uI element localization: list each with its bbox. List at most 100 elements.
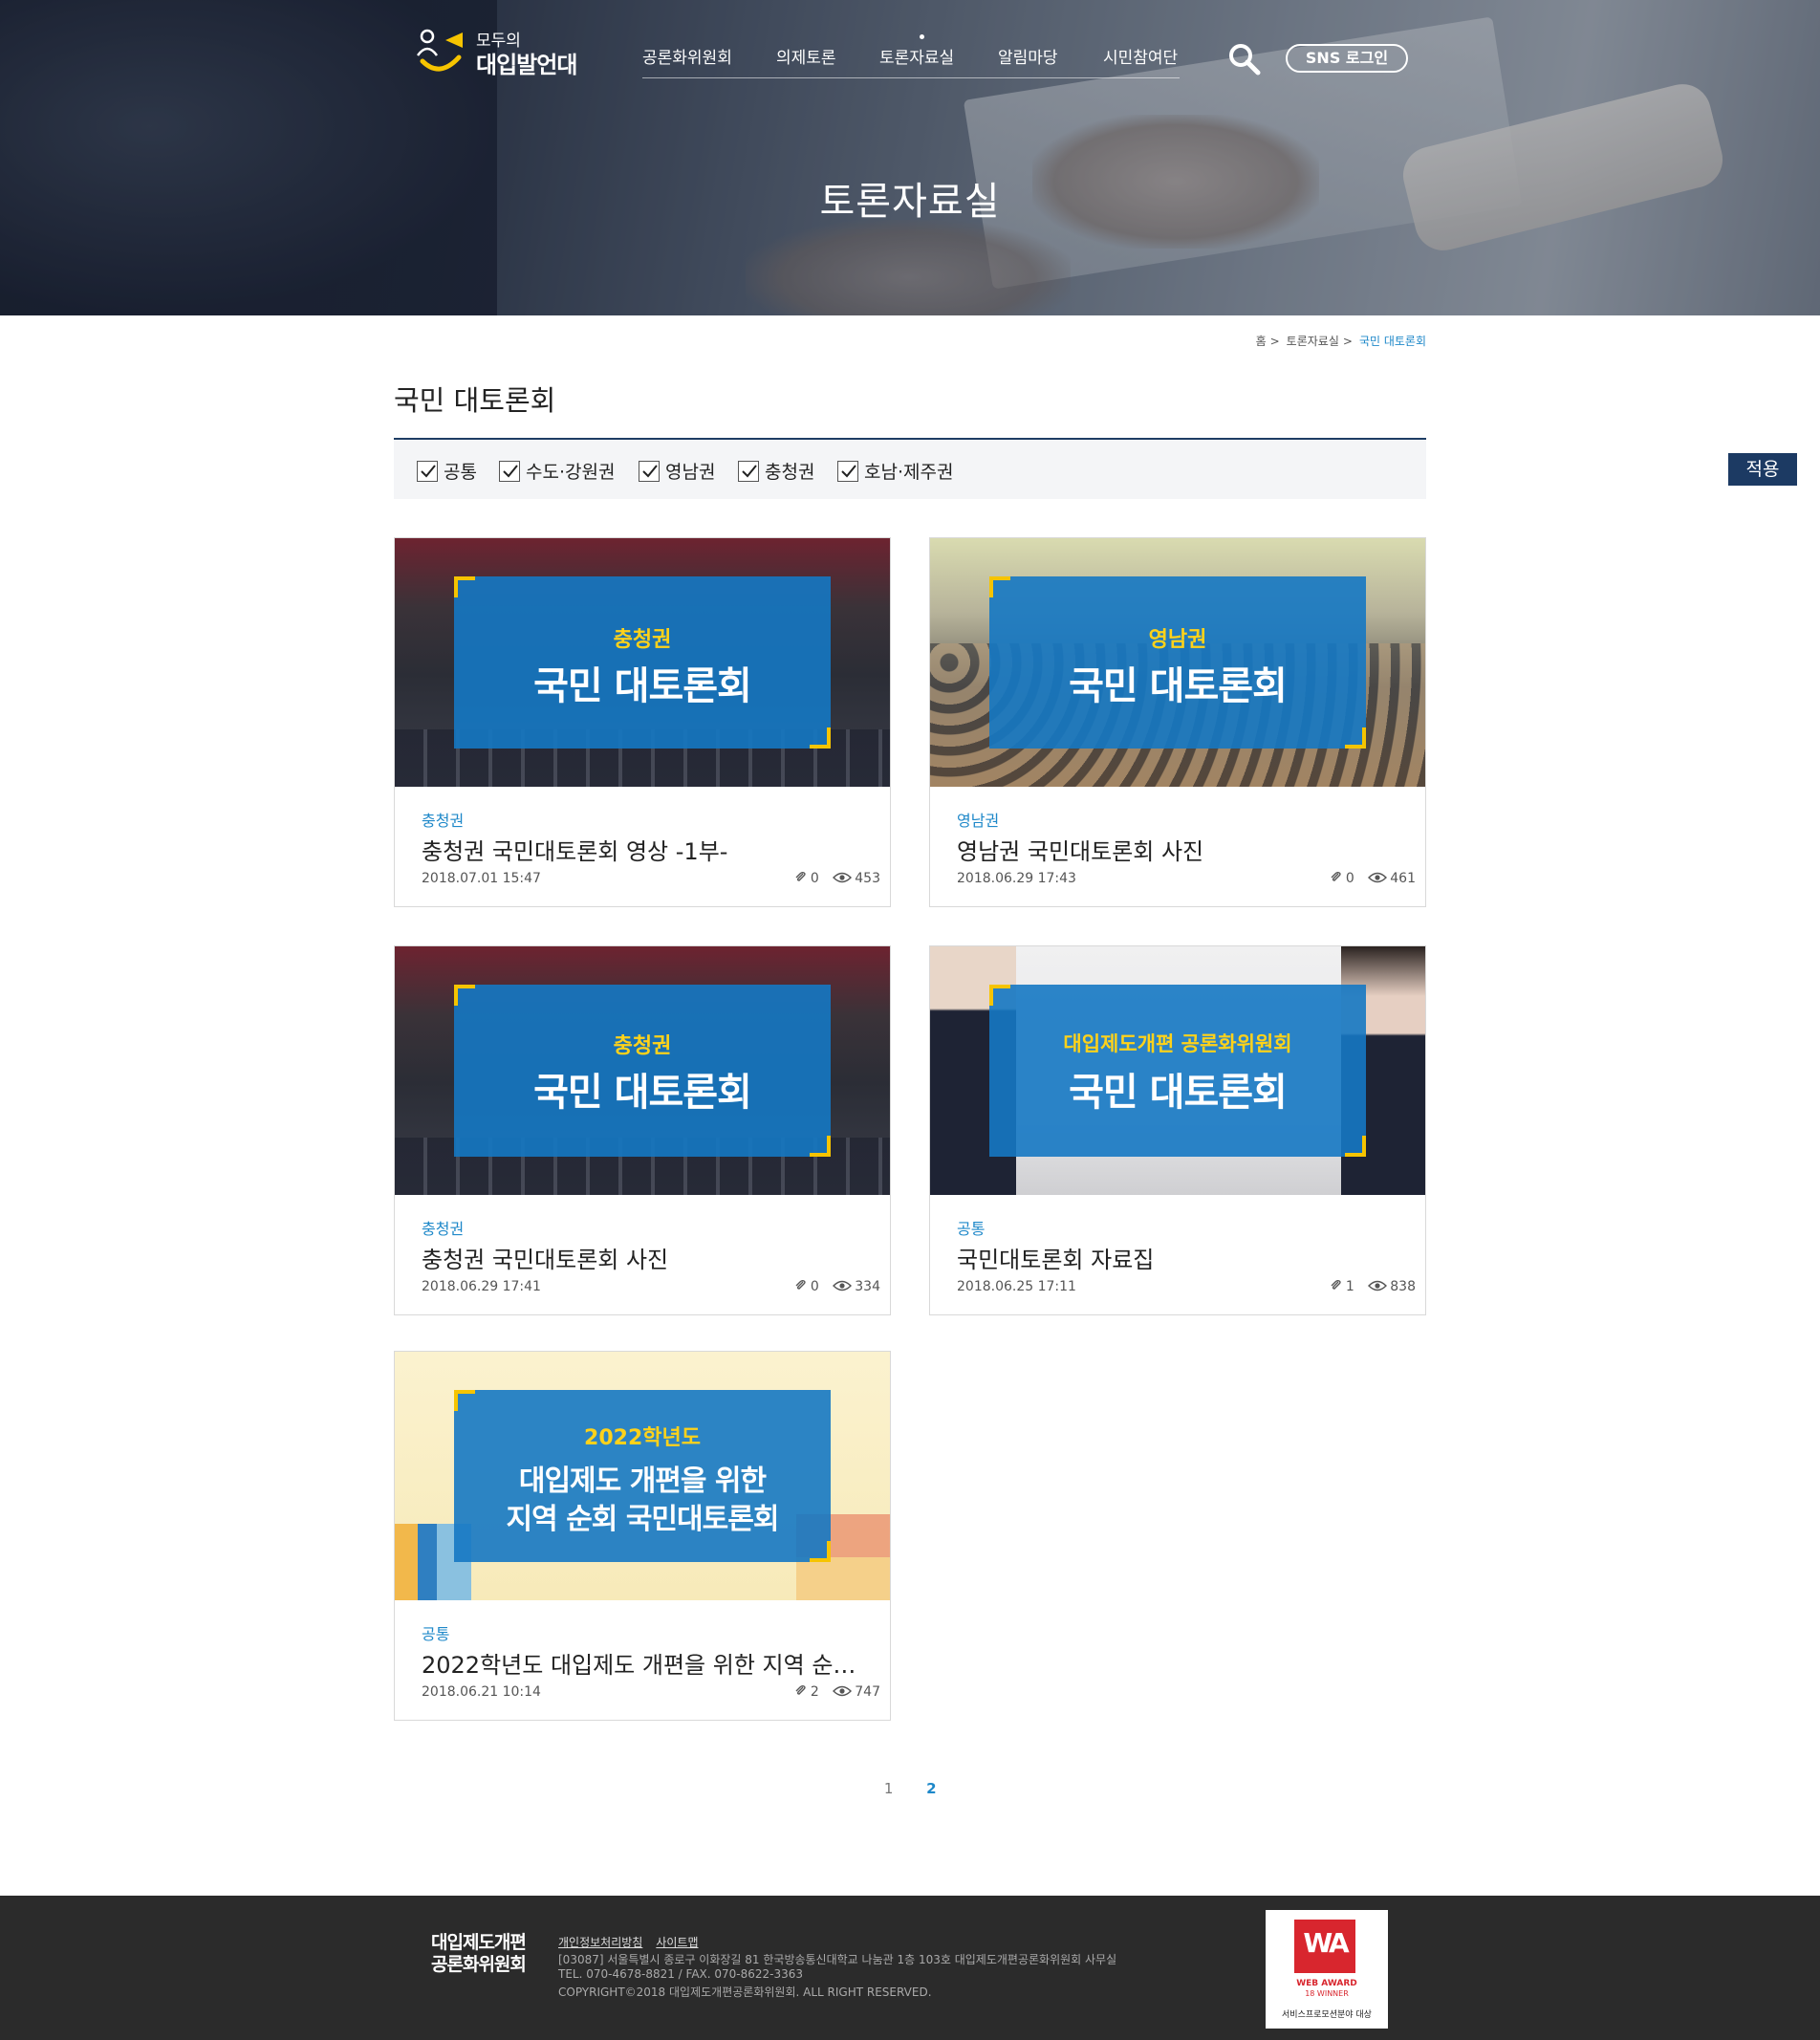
nav-item-citizens[interactable]: 시민참여단 xyxy=(1103,44,1178,68)
footer-logo-line1: 대입제도개편 xyxy=(431,1932,527,1953)
award-year: 18 WINNER xyxy=(1305,1989,1349,1998)
post-card[interactable]: 대입제도개편 공론화위원회 국민 대토론회 공통 국민대토론회 자료집 2018… xyxy=(929,945,1426,1315)
banner-subtitle: 충청권 xyxy=(613,1034,672,1058)
bracket-decoration xyxy=(810,1136,831,1157)
filter-checkbox-honam[interactable]: 호남·제주권 xyxy=(837,458,954,483)
paperclip-icon xyxy=(795,1684,806,1695)
filter-checkbox-yeongnam[interactable]: 영남권 xyxy=(639,458,716,483)
filter-label: 영남권 xyxy=(665,462,716,483)
award-title: WEB AWARD xyxy=(1296,1979,1357,1988)
post-date: 2018.06.29 17:43 xyxy=(957,871,1076,886)
filter-checkbox-chungcheong[interactable]: 충청권 xyxy=(738,458,814,483)
award-logo-text: WA xyxy=(1303,1927,1349,1959)
post-thumbnail: 충청권 국민 대토론회 xyxy=(395,538,890,787)
bracket-decoration xyxy=(810,1541,831,1562)
web-award-badge: WA WEB AWARD 18 WINNER 서비스프로모션분야 대상 xyxy=(1266,1910,1388,2029)
post-date: 2018.06.29 17:41 xyxy=(422,1279,541,1294)
nav-item-resources[interactable]: 토론자료실 xyxy=(879,44,954,68)
main-nav: 공론화위원회 의제토론 토론자료실 알림마당 시민참여단 xyxy=(642,29,1180,78)
award-category: 서비스프로모션분야 대상 xyxy=(1282,2010,1372,2020)
post-title[interactable]: 충청권 국민대토론회 사진 xyxy=(422,1241,871,1274)
logo-mark-icon xyxy=(417,29,463,72)
bracket-decoration xyxy=(1345,1136,1366,1157)
post-meta: 2 747 xyxy=(794,1684,880,1700)
post-card[interactable]: 2022학년도 대입제도 개편을 위한 지역 순회 국민대토론회 공통 2022… xyxy=(394,1351,891,1721)
post-category: 충청권 xyxy=(422,812,465,830)
page-link-current[interactable]: 2 xyxy=(912,1780,950,1797)
banner-subtitle: 충청권 xyxy=(613,628,672,652)
footer-logo: 대입제도개편 공론화위원회 xyxy=(431,1932,527,1976)
search-icon[interactable] xyxy=(1227,42,1262,76)
nav-item-debate[interactable]: 의제토론 xyxy=(776,44,836,68)
banner-title: 대입제도 개편을 위한 xyxy=(518,1465,767,1498)
eye-icon xyxy=(833,1280,853,1291)
footer-address: [03087] 서울특별시 종로구 이화장길 81 한국방송통신대학교 나눔관 … xyxy=(558,1953,1117,1966)
filter-checkbox-common[interactable]: 공통 xyxy=(417,458,477,483)
apply-button[interactable]: 적용 xyxy=(1728,453,1797,486)
post-thumbnail: 대입제도개편 공론화위원회 국민 대토론회 xyxy=(930,946,1425,1195)
attachment-count: 0 xyxy=(1345,871,1354,886)
bracket-decoration xyxy=(810,727,831,749)
post-title[interactable]: 영남권 국민대토론회 사진 xyxy=(957,833,1406,866)
paperclip-icon xyxy=(1331,871,1341,881)
privacy-policy-link[interactable]: 개인정보처리방침 xyxy=(558,1936,642,1949)
view-count: 461 xyxy=(1390,871,1416,886)
banner-title: 국민 대토론회 xyxy=(1069,1071,1288,1115)
sns-login-button[interactable]: SNS 로그인 xyxy=(1286,44,1408,73)
filter-checkbox-capital[interactable]: 수도·강원권 xyxy=(499,458,616,483)
filter-label: 수도·강원권 xyxy=(526,462,616,483)
view-count: 747 xyxy=(855,1684,880,1700)
breadcrumb-home[interactable]: 홈 xyxy=(1256,333,1267,349)
post-card[interactable]: 영남권 국민 대토론회 영남권 영남권 국민대토론회 사진 2018.06.29… xyxy=(929,537,1426,907)
breadcrumb-current: 국민 대토론회 xyxy=(1358,335,1426,348)
post-meta: 1 838 xyxy=(1330,1279,1416,1294)
eye-icon xyxy=(833,1685,853,1697)
eye-icon xyxy=(833,872,853,883)
post-category: 충청권 xyxy=(422,1220,465,1238)
post-category: 영남권 xyxy=(957,812,1000,830)
post-title[interactable]: 국민대토론회 자료집 xyxy=(957,1241,1406,1274)
post-title[interactable]: 2022학년도 대입제도 개편을 위한 지역 순… xyxy=(422,1646,871,1680)
paperclip-icon xyxy=(1331,1279,1341,1290)
footer-logo-line2: 공론화위원회 xyxy=(431,1954,527,1975)
post-thumbnail: 2022학년도 대입제도 개편을 위한 지역 순회 국민대토론회 xyxy=(395,1352,890,1600)
page-title: 국민 대토론회 xyxy=(394,384,556,417)
site-logo[interactable]: 모두의 대입발언대 xyxy=(417,25,589,78)
attachment-count: 0 xyxy=(810,871,819,886)
chevron-right-icon: > xyxy=(1342,335,1353,348)
breadcrumb-resources[interactable]: 토론자료실 xyxy=(1287,333,1339,349)
checkbox-checked-icon xyxy=(499,460,520,482)
view-count: 838 xyxy=(1390,1279,1416,1294)
site-footer: 대입제도개편 공론화위원회 개인정보처리방침 사이트맵 [03087] 서울특별시… xyxy=(0,1896,1820,2040)
footer-links: 개인정보처리방침 사이트맵 xyxy=(558,1934,712,1950)
bracket-decoration xyxy=(454,1390,475,1411)
post-card[interactable]: 충청권 국민 대토론회 충청권 충청권 국민대토론회 영상 -1부- 2018.… xyxy=(394,537,891,907)
post-card[interactable]: 충청권 국민 대토론회 충청권 충청권 국민대토론회 사진 2018.06.29… xyxy=(394,945,891,1315)
banner-title: 국민 대토론회 xyxy=(1069,664,1288,708)
attachment-count: 0 xyxy=(810,1279,819,1294)
region-filter: 공통 수도·강원권 영남권 충청권 호남·제주권 적용 xyxy=(394,440,1797,499)
eye-icon xyxy=(1368,872,1388,883)
eye-icon xyxy=(1368,1280,1388,1291)
nav-item-committee[interactable]: 공론화위원회 xyxy=(642,44,732,68)
sitemap-link[interactable]: 사이트맵 xyxy=(656,1936,698,1949)
breadcrumb: 홈 > 토론자료실 > 국민 대토론회 xyxy=(1256,333,1426,349)
post-title[interactable]: 충청권 국민대토론회 영상 -1부- xyxy=(422,833,871,866)
page-link[interactable]: 1 xyxy=(870,1780,908,1797)
post-thumbnail: 충청권 국민 대토론회 xyxy=(395,946,890,1195)
attachment-count: 2 xyxy=(810,1684,819,1700)
nav-item-notice[interactable]: 알림마당 xyxy=(998,44,1058,68)
view-count: 453 xyxy=(855,871,880,886)
post-meta: 0 334 xyxy=(794,1279,880,1294)
post-date: 2018.06.21 10:14 xyxy=(422,1684,541,1700)
attachment-count: 1 xyxy=(1345,1279,1354,1294)
bracket-decoration xyxy=(1345,727,1366,749)
filter-label: 호남·제주권 xyxy=(864,462,954,483)
banner-title: 국민 대토론회 xyxy=(533,664,752,708)
checkbox-checked-icon xyxy=(417,460,438,482)
post-date: 2018.07.01 15:47 xyxy=(422,871,541,886)
filter-label: 공통 xyxy=(444,462,477,483)
paperclip-icon xyxy=(795,871,806,881)
bracket-decoration xyxy=(454,985,475,1006)
checkbox-checked-icon xyxy=(738,460,759,482)
